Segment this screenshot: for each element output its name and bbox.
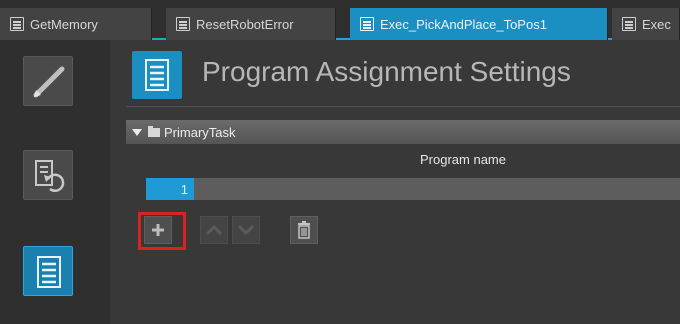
table-row[interactable]: 1	[146, 178, 680, 200]
edit-button[interactable]	[23, 56, 73, 106]
page-title: Program Assignment Settings	[202, 56, 571, 87]
delete-button[interactable]	[290, 216, 318, 244]
title-divider	[126, 106, 680, 107]
tab-bar: GetMemory ResetRobotError Exec_PickAndPl…	[0, 0, 680, 40]
move-up-button[interactable]	[200, 216, 228, 244]
tab-resetroboterror[interactable]: ResetRobotError	[166, 8, 336, 40]
program-list-icon	[37, 256, 61, 288]
tab-label: Exec	[642, 16, 671, 32]
tab-label: ResetRobotError	[196, 16, 294, 32]
document-icon	[176, 17, 190, 31]
expand-triangle-icon[interactable]	[132, 128, 142, 136]
tab-exec-pickandplace[interactable]: Exec_PickAndPlace_ToPos1	[350, 8, 608, 40]
document-icon	[622, 17, 636, 31]
tab-exec-truncated[interactable]: Exec	[612, 8, 680, 40]
reset-program-button[interactable]	[23, 150, 73, 200]
sidebar	[0, 40, 110, 324]
tab-label: Exec_PickAndPlace_ToPos1	[380, 16, 547, 32]
row-index: 1	[146, 178, 194, 200]
program-list-icon	[132, 51, 182, 99]
program-assignment-button[interactable]	[23, 246, 73, 296]
add-button-highlight	[138, 212, 186, 250]
document-icon	[10, 17, 24, 31]
program-reset-icon	[35, 160, 65, 192]
tab-label: GetMemory	[30, 16, 98, 32]
trash-icon	[298, 221, 310, 239]
chevron-down-icon	[237, 224, 255, 236]
column-header-program-name: Program name	[420, 152, 506, 167]
move-down-button[interactable]	[232, 216, 260, 244]
chevron-up-icon	[205, 224, 223, 236]
document-icon	[360, 17, 374, 31]
task-group-header[interactable]: PrimaryTask	[126, 120, 680, 144]
main-panel: Program Assignment Settings PrimaryTask …	[110, 40, 680, 324]
folder-icon	[148, 125, 160, 137]
program-assignment-window: GetMemory ResetRobotError Exec_PickAndPl…	[0, 0, 680, 324]
task-name: PrimaryTask	[164, 124, 236, 140]
tab-getmemory[interactable]: GetMemory	[0, 8, 152, 40]
pencil-icon	[33, 66, 65, 98]
